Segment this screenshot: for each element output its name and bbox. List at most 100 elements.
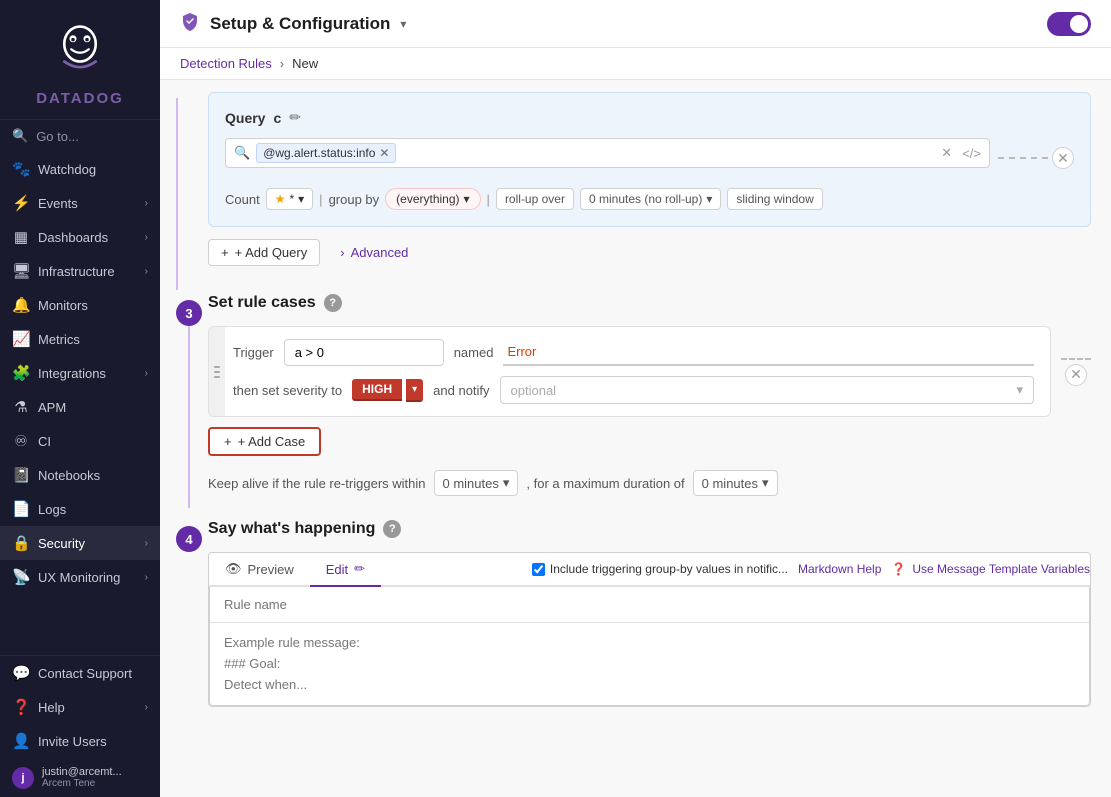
rule-name-input[interactable] xyxy=(210,587,1089,623)
rollup-value-btn[interactable]: 0 minutes (no roll-up) ▾ xyxy=(580,188,721,210)
keep-alive-duration-select[interactable]: 0 minutes ▾ xyxy=(434,470,519,496)
monitors-icon: 🔔 xyxy=(12,296,30,314)
sliding-window-btn[interactable]: sliding window xyxy=(727,188,822,210)
sidebar-item-ux-monitoring[interactable]: 📡 UX Monitoring › xyxy=(0,560,160,594)
sidebar-item-security[interactable]: 🔒 Security › xyxy=(0,526,160,560)
invite-users-icon: 👤 xyxy=(12,732,30,750)
step-line xyxy=(176,98,178,290)
chevron-icon: › xyxy=(145,572,148,583)
main-content: Setup & Configuration ▾ Detection Rules … xyxy=(160,0,1111,797)
remove-case-btn[interactable]: ✕ xyxy=(1065,364,1087,386)
events-icon: ⚡ xyxy=(12,194,30,212)
sidebar-item-events[interactable]: ⚡ Events › xyxy=(0,186,160,220)
header-title: Setup & Configuration xyxy=(210,14,390,34)
template-vars-btn[interactable]: ❓ Use Message Template Variables xyxy=(891,562,1090,576)
sidebar-item-watchdog[interactable]: 🐾 Watchdog xyxy=(0,152,160,186)
breadcrumb-parent[interactable]: Detection Rules xyxy=(180,56,272,71)
step-3-number: 3 xyxy=(176,300,202,326)
sidebar-item-help[interactable]: ❓ Help › xyxy=(0,690,160,724)
trigger-row: Trigger named xyxy=(233,339,1034,366)
dashboards-icon: ▦ xyxy=(12,228,30,246)
sidebar-item-apm[interactable]: ⚗ APM xyxy=(0,390,160,424)
include-group-by-check[interactable]: Include triggering group-by values in no… xyxy=(532,562,788,576)
say-section-help-icon[interactable]: ? xyxy=(383,520,401,538)
sidebar-item-monitors[interactable]: 🔔 Monitors xyxy=(0,288,160,322)
integrations-icon: 🧩 xyxy=(12,364,30,382)
name-input[interactable] xyxy=(503,339,1034,366)
trigger-input[interactable] xyxy=(284,339,444,366)
drag-handle[interactable] xyxy=(209,327,225,416)
logs-icon: 📄 xyxy=(12,500,30,518)
sidebar-item-notebooks[interactable]: 📓 Notebooks xyxy=(0,458,160,492)
apm-icon: ⚗ xyxy=(12,398,30,416)
sidebar-item-invite-users[interactable]: 👤 Invite Users xyxy=(0,724,160,758)
sidebar-item-ci[interactable]: ♾ CI xyxy=(0,424,160,458)
rollup-btn[interactable]: roll-up over xyxy=(496,188,574,210)
sidebar-item-integrations[interactable]: 🧩 Integrations › xyxy=(0,356,160,390)
step-4-number: 4 xyxy=(176,526,202,552)
notify-select[interactable]: optional ▾ xyxy=(500,376,1034,404)
sidebar-logo: DATADOG xyxy=(0,0,160,120)
add-case-plus-icon: + xyxy=(224,434,232,449)
keep-alive-row: Keep alive if the rule re-triggers withi… xyxy=(208,470,1051,496)
sidebar: DATADOG 🔍 Go to... 🐾 Watchdog ⚡ Events ›… xyxy=(0,0,160,797)
user-profile[interactable]: j justin@arcemt... Arcem Tene xyxy=(0,758,160,797)
sidebar-item-contact-support[interactable]: 💬 Contact Support xyxy=(0,656,160,690)
include-checkbox[interactable] xyxy=(532,563,545,576)
advanced-toggle-btn[interactable]: › Advanced xyxy=(340,245,408,260)
shield-icon xyxy=(180,11,200,36)
metrics-icon: 📈 xyxy=(12,330,30,348)
rule-case: Trigger named then set severity to HIGH … xyxy=(208,326,1051,417)
rule-cases-help-icon[interactable]: ? xyxy=(324,294,342,312)
chevron-icon: › xyxy=(145,266,148,277)
edit-icon[interactable]: ✏ xyxy=(289,109,301,126)
logo-text: DATADOG xyxy=(36,90,124,107)
header-toggle[interactable] xyxy=(1047,12,1091,36)
ux-monitoring-icon: 📡 xyxy=(12,568,30,586)
breadcrumb: Detection Rules › New xyxy=(160,48,1111,80)
sidebar-item-infrastructure[interactable]: 🖥 Infrastructure › xyxy=(0,254,160,288)
rule-cases-title: Set rule cases ? xyxy=(208,294,1051,312)
preview-icon: 👁 xyxy=(225,561,242,577)
add-query-button[interactable]: + + Add Query xyxy=(208,239,320,266)
markdown-help-link[interactable]: Markdown Help xyxy=(798,562,881,576)
severity-row: then set severity to HIGH ▾ and notify o… xyxy=(233,376,1034,404)
add-case-button[interactable]: + + Add Case xyxy=(208,427,321,456)
tab-preview[interactable]: 👁 Preview xyxy=(209,553,310,587)
edit-pencil-icon: ✏ xyxy=(354,561,365,577)
count-star-btn[interactable]: ★ * ▾ xyxy=(266,188,313,210)
plus-icon: + xyxy=(221,245,229,260)
breadcrumb-separator: › xyxy=(280,56,284,71)
sidebar-item-dashboards[interactable]: ▦ Dashboards › xyxy=(0,220,160,254)
group-by-btn[interactable]: (everything) ▾ xyxy=(385,188,480,210)
goto-search[interactable]: 🔍 Go to... xyxy=(0,120,160,152)
chevron-icon: › xyxy=(145,368,148,379)
say-section: 4 Say what's happening ? 👁 Preview Edit … xyxy=(160,516,1111,719)
chevron-icon: › xyxy=(145,538,148,549)
infrastructure-icon: 🖥 xyxy=(12,262,30,280)
filter-tag-remove[interactable]: ✕ xyxy=(379,146,389,160)
page-content: Query c ✏ 🔍 @wg.alert.status:info ✕ ✕ </… xyxy=(160,80,1111,797)
filter-search-icon: 🔍 xyxy=(234,145,250,161)
tab-edit[interactable]: Edit ✏ xyxy=(310,553,381,587)
chevron-icon: › xyxy=(145,198,148,209)
header-chevron-icon: ▾ xyxy=(400,17,406,31)
notebooks-icon: 📓 xyxy=(12,466,30,484)
severity-dropdown-btn[interactable]: ▾ xyxy=(406,379,423,402)
question-icon: ❓ xyxy=(891,562,906,576)
sidebar-item-metrics[interactable]: 📈 Metrics xyxy=(0,322,160,356)
filter-code-btn[interactable]: </> xyxy=(962,146,981,161)
sidebar-item-logs[interactable]: 📄 Logs xyxy=(0,492,160,526)
ci-icon: ♾ xyxy=(12,432,30,450)
severity-select[interactable]: HIGH ▾ xyxy=(352,379,423,402)
filter-clear-btn[interactable]: ✕ xyxy=(941,145,952,161)
query-header: Query c ✏ xyxy=(225,109,1074,126)
rule-cases-section: 3 Set rule cases ? Trigger na xyxy=(160,290,1111,508)
remove-query-btn[interactable]: ✕ xyxy=(1052,147,1074,169)
chevron-right-icon: › xyxy=(340,245,344,260)
security-icon: 🔒 xyxy=(12,534,30,552)
filter-tag[interactable]: @wg.alert.status:info ✕ xyxy=(256,143,396,163)
query-filter-row: 🔍 @wg.alert.status:info ✕ ✕ </> xyxy=(225,138,990,168)
tab-options: Include triggering group-by values in no… xyxy=(532,562,1090,576)
max-duration-select[interactable]: 0 minutes ▾ xyxy=(693,470,778,496)
